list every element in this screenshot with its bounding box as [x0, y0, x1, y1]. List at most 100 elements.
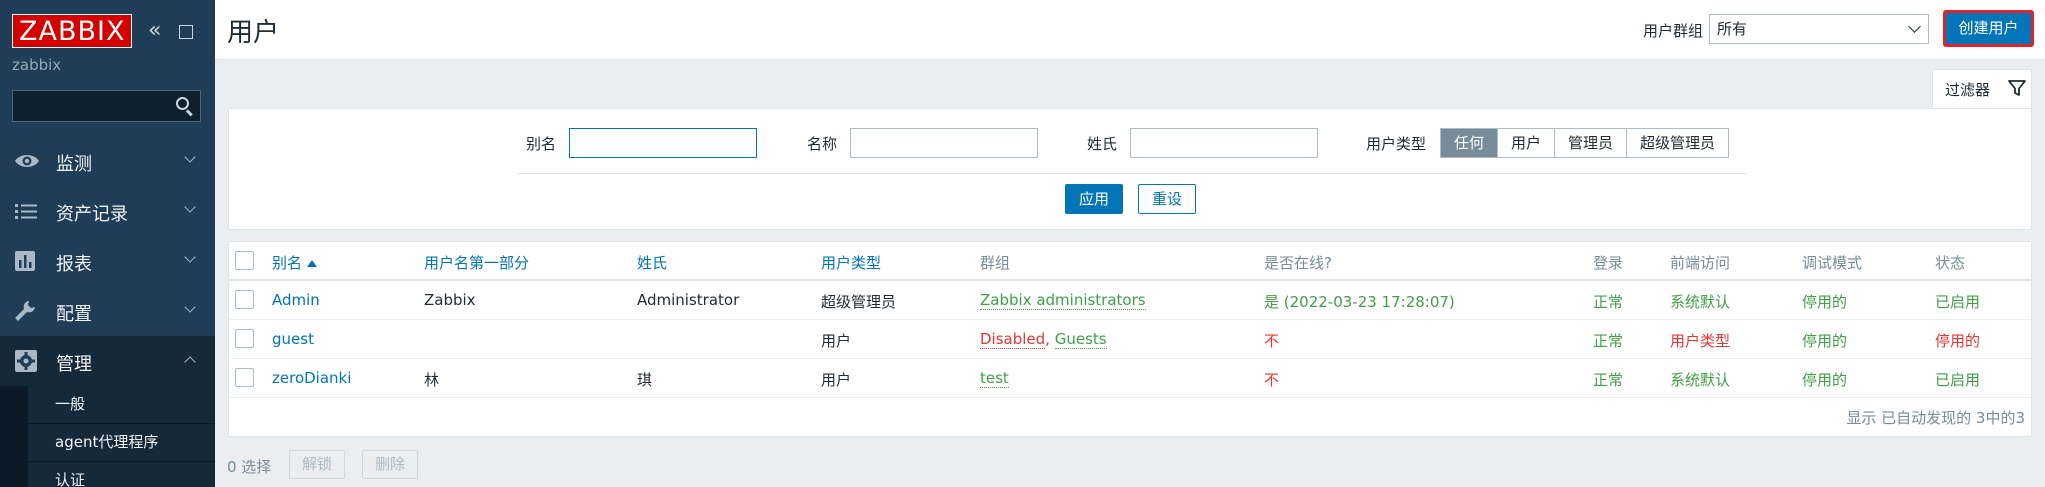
filter-tab-label: 过滤器	[1945, 81, 1991, 99]
chevron-up-icon	[184, 356, 196, 368]
debug-mode[interactable]: 停用的	[1802, 330, 1847, 351]
user-groups: Disabled, Guests	[980, 330, 1107, 349]
users-table: 别名 用户名第一部分 姓氏 用户类型 群组 是否在线? 登录 前端访问 调试模式…	[228, 241, 2032, 437]
sidebar-search-input[interactable]	[13, 91, 163, 121]
server-name: zabbix	[12, 56, 62, 74]
user-alias-link[interactable]: guest	[272, 330, 314, 348]
debug-mode[interactable]: 停用的	[1802, 369, 1847, 390]
user-surname: 琪	[637, 371, 653, 389]
table-footer-count: 显示 已自动发现的 3中的3	[1846, 409, 2025, 427]
logo-row: ZABBIX «	[12, 14, 207, 50]
column-name[interactable]: 用户名第一部分	[424, 252, 529, 273]
gear-icon	[14, 350, 40, 372]
group-link[interactable]: test	[980, 369, 1009, 388]
nav-label: 资产记录	[56, 204, 128, 225]
collapse-sidebar-icon[interactable]: «	[148, 20, 170, 42]
selected-count: 0 选择	[227, 458, 272, 476]
column-alias[interactable]: 别名	[272, 252, 318, 273]
table-header-row: 别名 用户名第一部分 姓氏 用户类型 群组 是否在线? 登录 前端访问 调试模式…	[229, 242, 2031, 281]
user-type-segmented: 任何 用户 管理员 超级管理员	[1440, 128, 1730, 158]
alias-input[interactable]	[569, 128, 757, 158]
online-status: 不	[1264, 332, 1280, 350]
chevron-down-icon	[1908, 20, 1921, 33]
user-type-any[interactable]: 任何	[1441, 129, 1499, 157]
group-link[interactable]: Zabbix administrators	[980, 291, 1146, 310]
wrench-icon	[14, 300, 40, 322]
nav-item-configuration[interactable]: 配置	[0, 286, 215, 336]
chevron-down-icon	[184, 201, 196, 213]
filter-divider	[517, 173, 1747, 174]
nav-label: 报表	[56, 254, 92, 275]
frontend-access[interactable]: 用户类型	[1670, 330, 1730, 351]
column-surname[interactable]: 姓氏	[637, 252, 667, 273]
online-status: 不	[1264, 371, 1280, 389]
chevron-down-icon	[184, 301, 196, 313]
submenu-item-general[interactable]: 一般	[28, 386, 215, 424]
column-status: 状态	[1935, 254, 1966, 272]
kiosk-mode-icon[interactable]	[177, 23, 197, 41]
user-group-select[interactable]: 所有	[1709, 14, 1929, 44]
create-user-button[interactable]: 创建用户	[1943, 10, 2034, 47]
table-row: guest 用户 Disabled, Guests 不 正常 用户类型 停用的 …	[229, 320, 2031, 359]
user-status[interactable]: 停用的	[1935, 330, 1980, 351]
user-name: Zabbix	[424, 291, 476, 309]
page-header: 用户 用户群组 所有 创建用户	[215, 0, 2045, 60]
user-status[interactable]: 已启用	[1935, 369, 1980, 390]
nav-item-administration[interactable]: 管理	[0, 336, 215, 386]
user-alias-link[interactable]: Admin	[272, 291, 320, 309]
unblock-button[interactable]: 解锁	[289, 450, 346, 479]
search-icon[interactable]	[176, 97, 194, 117]
user-type-super-admin[interactable]: 超级管理员	[1627, 129, 1729, 157]
sort-asc-icon	[307, 260, 318, 267]
nav-item-monitoring[interactable]: 监测	[0, 136, 215, 186]
login-status: 正常	[1593, 332, 1624, 350]
nav-item-reports[interactable]: 报表	[0, 236, 215, 286]
login-status: 正常	[1593, 371, 1624, 389]
online-status: 是 (2022-03-23 17:28:07)	[1264, 293, 1455, 311]
user-type-user[interactable]: 用户	[1498, 129, 1556, 157]
login-status: 正常	[1593, 293, 1624, 311]
column-online: 是否在线?	[1264, 254, 1332, 272]
column-user-type[interactable]: 用户类型	[821, 252, 881, 273]
nav-label: 监测	[56, 154, 92, 175]
column-frontend-access: 前端访问	[1670, 254, 1731, 272]
filter-tab[interactable]: 过滤器	[1932, 69, 2032, 109]
row-checkbox[interactable]	[235, 290, 254, 309]
apply-button[interactable]: 应用	[1065, 184, 1123, 214]
surname-label: 姓氏	[1087, 135, 1118, 153]
submenu-item-authentication[interactable]: 认证	[28, 462, 215, 487]
sidebar-search	[12, 90, 201, 122]
submenu-item-proxies[interactable]: agent代理程序	[28, 424, 215, 462]
row-checkbox[interactable]	[235, 368, 254, 387]
nav-item-inventory[interactable]: 资产记录	[0, 186, 215, 236]
user-type-admin[interactable]: 管理员	[1555, 129, 1628, 157]
user-group-label: 用户群组	[1643, 22, 1704, 40]
submenu-administration: 一般 agent代理程序 认证	[28, 386, 215, 487]
delete-button[interactable]: 删除	[362, 450, 419, 479]
submenu-indent	[0, 386, 28, 487]
group-link[interactable]: Guests	[1054, 330, 1107, 349]
user-alias-link[interactable]: zeroDianki	[272, 369, 351, 387]
chevron-down-icon	[184, 251, 196, 263]
user-surname: Administrator	[637, 291, 740, 309]
row-checkbox[interactable]	[235, 329, 254, 348]
surname-input[interactable]	[1130, 128, 1318, 158]
column-groups: 群组	[980, 254, 1011, 272]
name-input[interactable]	[850, 128, 1038, 158]
frontend-access[interactable]: 系统默认	[1670, 291, 1730, 312]
reset-button[interactable]: 重设	[1138, 184, 1196, 214]
user-group-value: 所有	[1717, 20, 1748, 38]
user-type: 用户	[821, 371, 852, 389]
select-all-checkbox[interactable]	[235, 251, 254, 270]
eye-icon	[14, 150, 40, 172]
nav-label: 配置	[56, 304, 92, 325]
bar-chart-icon	[14, 250, 40, 272]
user-status[interactable]: 已启用	[1935, 291, 1980, 312]
debug-mode[interactable]: 停用的	[1802, 291, 1847, 312]
group-link[interactable]: Disabled	[980, 330, 1046, 349]
name-label: 名称	[807, 135, 838, 153]
alias-label: 别名	[526, 135, 557, 153]
frontend-access[interactable]: 系统默认	[1670, 369, 1730, 390]
zabbix-logo[interactable]: ZABBIX	[12, 14, 133, 48]
user-groups: Zabbix administrators	[980, 291, 1146, 310]
